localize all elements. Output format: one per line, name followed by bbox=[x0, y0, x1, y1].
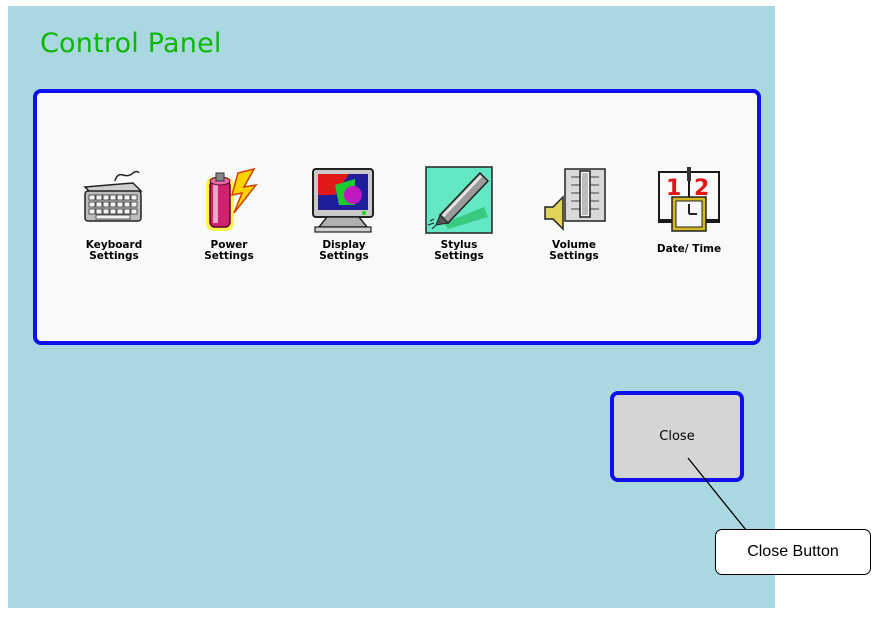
keyboard-icon bbox=[83, 170, 143, 222]
battery-power-icon bbox=[206, 167, 258, 231]
calendar-clock-icon: 1 2 bbox=[658, 167, 720, 232]
power-settings-label-2: Settings bbox=[204, 250, 254, 262]
stylus-settings-item[interactable]: Stylus Settings bbox=[413, 165, 505, 262]
stylus-pen-icon bbox=[425, 166, 493, 234]
speaker-volume-icon bbox=[544, 168, 606, 231]
volume-settings-item[interactable]: Volume Settings bbox=[528, 165, 620, 262]
close-button[interactable]: Close bbox=[610, 391, 744, 482]
page-title: Control Panel bbox=[40, 28, 222, 59]
display-settings-label-2: Settings bbox=[319, 250, 369, 262]
date-time-settings-label: Date/ Time bbox=[656, 243, 722, 255]
date-time-settings-item[interactable]: 1 2 Date/ Time bbox=[643, 165, 735, 255]
display-settings-item[interactable]: Display Settings bbox=[298, 165, 390, 262]
volume-settings-label-2: Settings bbox=[549, 250, 599, 262]
control-panel-screen: Control Panel Keyboard Settings Power Se… bbox=[8, 6, 775, 608]
settings-panel: Keyboard Settings Power Settings Display… bbox=[33, 89, 761, 345]
stylus-settings-label-2: Settings bbox=[434, 250, 484, 262]
keyboard-settings-label-2: Settings bbox=[89, 250, 139, 262]
monitor-icon bbox=[312, 168, 374, 233]
power-settings-item[interactable]: Power Settings bbox=[183, 165, 275, 262]
keyboard-settings-item[interactable]: Keyboard Settings bbox=[68, 165, 160, 262]
close-button-callout: Close Button bbox=[715, 529, 871, 575]
